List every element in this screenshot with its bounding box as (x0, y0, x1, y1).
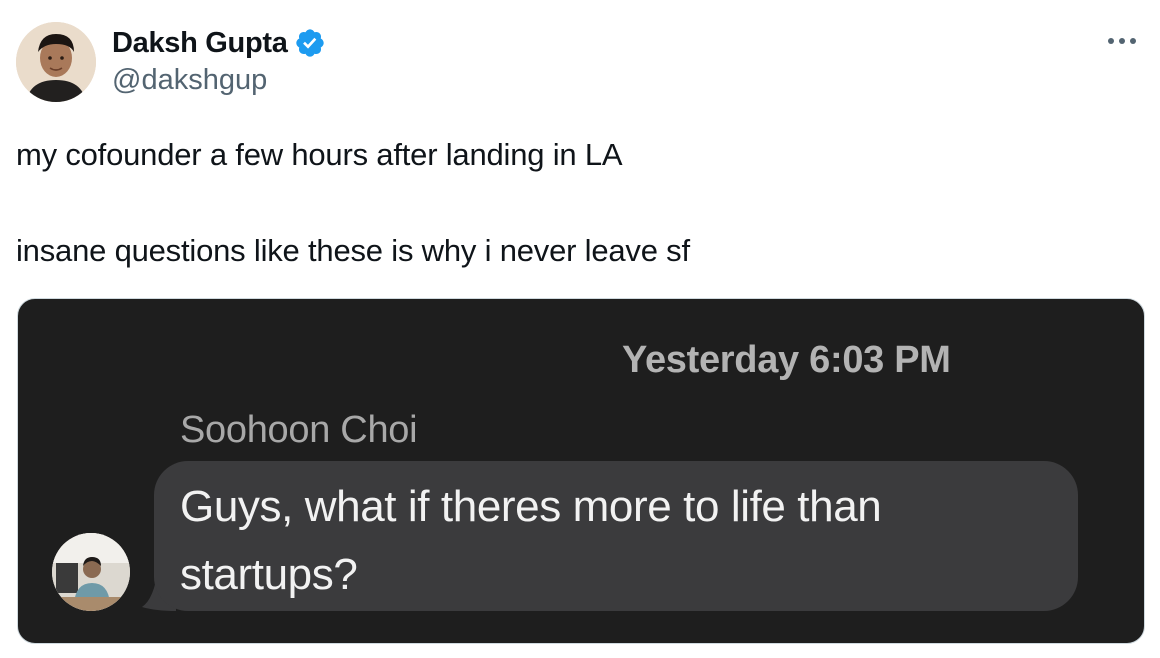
message-text-line: Guys, what if theres more to life than (180, 482, 882, 531)
tweet-text-line: insane questions like these is why i nev… (16, 233, 690, 268)
tweet-media-image[interactable]: Yesterday 6:03 PM Soohoon Choi Guys, wha… (17, 298, 1145, 644)
author-info: Daksh Gupta @dakshgup (112, 24, 326, 97)
message-timestamp: Yesterday 6:03 PM (622, 339, 951, 381)
verified-badge-icon[interactable] (294, 27, 326, 59)
message-bubble: Guys, what if theres more to life than s… (154, 461, 1078, 611)
tweet-text-line: my cofounder a few hours after landing i… (16, 137, 623, 172)
tweet: Daksh Gupta @dakshgup my cofounder a few… (0, 0, 1160, 658)
author-handle[interactable]: @dakshgup (112, 64, 326, 97)
message-sender-name: Soohoon Choi (180, 409, 418, 451)
sender-avatar (52, 533, 130, 611)
author-display-name[interactable]: Daksh Gupta (112, 27, 288, 60)
author-name-row: Daksh Gupta (112, 24, 326, 62)
more-options-icon[interactable] (1102, 26, 1142, 56)
message-text-line: startups? (180, 550, 358, 599)
tweet-text-gap (16, 174, 1136, 232)
tweet-text: my cofounder a few hours after landing i… (16, 136, 1136, 270)
author-avatar[interactable] (16, 22, 96, 102)
